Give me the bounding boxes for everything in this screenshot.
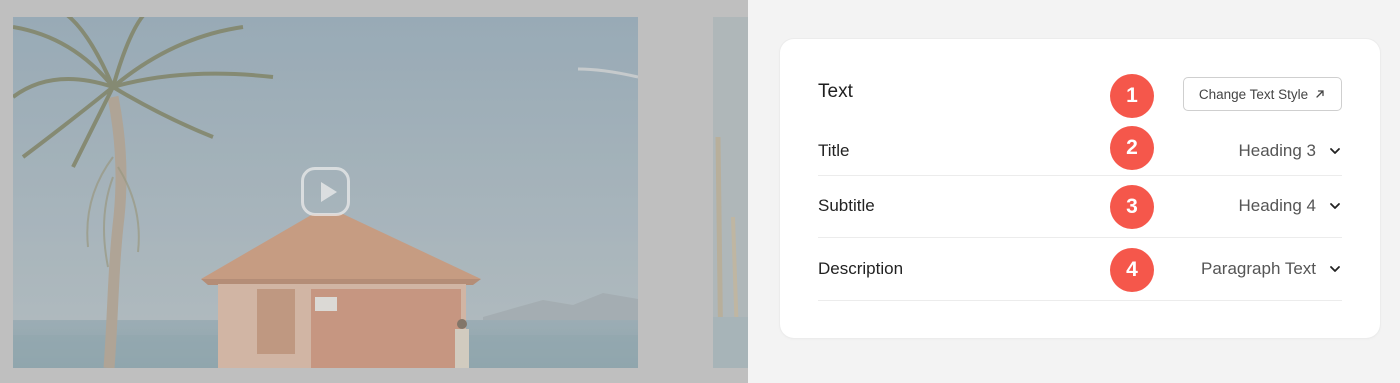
title-style-select[interactable]: Heading 3 (1238, 139, 1342, 163)
chevron-down-icon (1330, 203, 1340, 209)
annotation-badge-2: 2 (1110, 126, 1154, 170)
subtitle-style-value: Heading 4 (1238, 196, 1316, 215)
chevron-down-icon (1330, 266, 1340, 272)
title-label: Title (818, 141, 850, 160)
next-thumbnail[interactable] (713, 17, 748, 368)
description-style-row[interactable]: Description Paragraph Text (818, 238, 1342, 301)
subtitle-style-select[interactable]: Heading 4 (1238, 194, 1342, 218)
title-style-row[interactable]: Title Heading 3 (818, 127, 1342, 176)
chevron-down-icon (1330, 148, 1340, 154)
text-settings-panel: Text Change Text Style Title Heading 3 S… (780, 39, 1380, 338)
description-style-select[interactable]: Paragraph Text (1201, 257, 1342, 281)
play-icon[interactable] (301, 167, 350, 216)
description-style-value: Paragraph Text (1201, 259, 1316, 278)
text-section-header: Text Change Text Style (818, 75, 1342, 115)
annotation-badge-1: 1 (1110, 74, 1154, 118)
change-text-style-button[interactable]: Change Text Style (1183, 77, 1342, 111)
description-label: Description (818, 259, 904, 278)
change-text-style-label: Change Text Style (1198, 86, 1309, 102)
subtitle-style-row[interactable]: Subtitle Heading 4 (818, 176, 1342, 238)
title-style-value: Heading 3 (1238, 141, 1316, 160)
annotation-badge-3: 3 (1110, 185, 1154, 229)
subtitle-label: Subtitle (818, 196, 875, 215)
annotation-badge-4: 4 (1110, 248, 1154, 292)
external-arrow-icon (1316, 90, 1324, 98)
preview-area (0, 0, 748, 383)
section-label: Text (818, 81, 853, 102)
